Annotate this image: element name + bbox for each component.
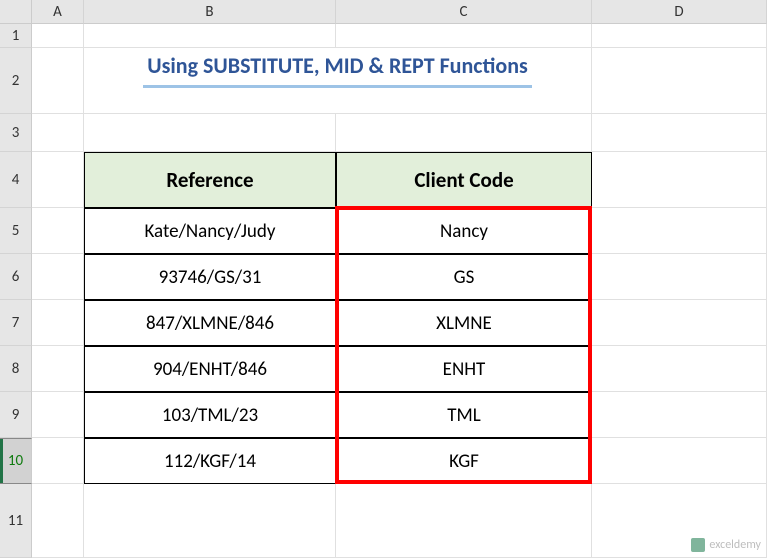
cell-d3[interactable]: [592, 114, 767, 152]
table-cell-b8[interactable]: 904/ENHT/846: [84, 346, 336, 392]
cell-title[interactable]: Using SUBSTITUTE, MID & REPT Functions: [84, 48, 592, 114]
cell-d5[interactable]: [592, 208, 767, 254]
cell-c3[interactable]: [336, 114, 592, 152]
cell-a8[interactable]: [32, 346, 84, 392]
cell-c1[interactable]: [336, 24, 592, 48]
row-header-6[interactable]: 6: [0, 254, 32, 300]
cell-a6[interactable]: [32, 254, 84, 300]
table-cell-b7[interactable]: 847/XLMNE/846: [84, 300, 336, 346]
cell-d9[interactable]: [592, 392, 767, 438]
table-cell-b10[interactable]: 112/KGF/14: [84, 438, 336, 484]
cell-a7[interactable]: [32, 300, 84, 346]
table-cell-c6[interactable]: GS: [336, 254, 592, 300]
table-header-clientcode[interactable]: Client Code: [336, 152, 592, 208]
table-cell-b6[interactable]: 93746/GS/31: [84, 254, 336, 300]
row-header-8[interactable]: 8: [0, 346, 32, 392]
cell-a1[interactable]: [32, 24, 84, 48]
select-all-corner[interactable]: [0, 0, 32, 24]
table-header-reference[interactable]: Reference: [84, 152, 336, 208]
table-cell-c7[interactable]: XLMNE: [336, 300, 592, 346]
col-header-b[interactable]: B: [84, 0, 336, 24]
cell-d8[interactable]: [592, 346, 767, 392]
cell-d4[interactable]: [592, 152, 767, 208]
row-header-9[interactable]: 9: [0, 392, 32, 438]
col-header-c[interactable]: C: [336, 0, 592, 24]
col-header-a[interactable]: A: [32, 0, 84, 24]
cell-d6[interactable]: [592, 254, 767, 300]
cell-b11[interactable]: [84, 484, 336, 558]
page-title: Using SUBSTITUTE, MID & REPT Functions: [143, 52, 532, 88]
cell-a11[interactable]: [32, 484, 84, 558]
table-cell-c8[interactable]: ENHT: [336, 346, 592, 392]
table-cell-c10[interactable]: KGF: [336, 438, 592, 484]
cell-a3[interactable]: [32, 114, 84, 152]
row-header-5[interactable]: 5: [0, 208, 32, 254]
table-cell-c9[interactable]: TML: [336, 392, 592, 438]
cell-b3[interactable]: [84, 114, 336, 152]
cell-a5[interactable]: [32, 208, 84, 254]
row-header-3[interactable]: 3: [0, 114, 32, 152]
col-header-d[interactable]: D: [592, 0, 767, 24]
cell-b1[interactable]: [84, 24, 336, 48]
cell-a10[interactable]: [32, 438, 84, 484]
cell-a2[interactable]: [32, 48, 84, 114]
table-cell-b9[interactable]: 103/TML/23: [84, 392, 336, 438]
row-header-10[interactable]: 10: [0, 438, 32, 484]
row-header-7[interactable]: 7: [0, 300, 32, 346]
cell-d1[interactable]: [592, 24, 767, 48]
table-cell-b5[interactable]: Kate/Nancy/Judy: [84, 208, 336, 254]
row-header-1[interactable]: 1: [0, 24, 32, 48]
row-header-11[interactable]: 11: [0, 484, 32, 558]
cell-a9[interactable]: [32, 392, 84, 438]
row-header-4[interactable]: 4: [0, 152, 32, 208]
cell-d10[interactable]: [592, 438, 767, 484]
cell-a4[interactable]: [32, 152, 84, 208]
table-cell-c5[interactable]: Nancy: [336, 208, 592, 254]
watermark-icon: [691, 538, 705, 552]
watermark-text: exceldemy: [709, 538, 761, 552]
row-header-2[interactable]: 2: [0, 48, 32, 114]
cell-d2[interactable]: [592, 48, 767, 114]
watermark: exceldemy: [691, 538, 761, 552]
cell-c11[interactable]: [336, 484, 592, 558]
cell-d7[interactable]: [592, 300, 767, 346]
